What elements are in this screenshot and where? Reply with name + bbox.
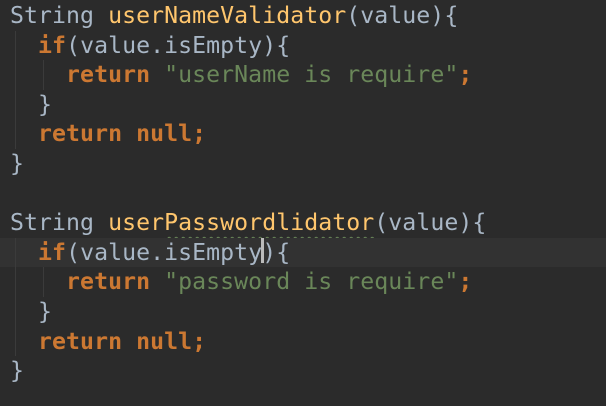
indent-guide (15, 30, 16, 61)
code-token-fn: userNameValidator (108, 2, 347, 29)
indent-guide (15, 119, 16, 149)
code-token-plain: } (38, 90, 53, 118)
code-token-str: "password is require" (164, 268, 459, 296)
code-token-kw: return (66, 268, 165, 296)
code-token-kw: ; (458, 61, 473, 89)
code-token-kw: ; (458, 268, 473, 296)
code-token-plain: } (10, 357, 25, 385)
code-token-plain: String (10, 2, 109, 29)
indent-guide (15, 296, 16, 327)
code-line[interactable]: } (0, 296, 606, 327)
indent-guide (15, 326, 16, 357)
misspelled-token: Passwordlidator (164, 209, 375, 237)
code-token-fn: user (108, 209, 165, 237)
code-line[interactable]: String userPasswordlidator(value){ (0, 208, 606, 238)
code-token-plain: String (10, 209, 109, 237)
indent-guide (43, 60, 44, 90)
indent-guide (15, 267, 16, 297)
code-line[interactable]: if(value.isEmpty){ (0, 237, 606, 268)
code-token-kw: return null; (38, 120, 207, 148)
code-line[interactable] (0, 179, 606, 209)
code-token-kw: return null; (38, 327, 207, 355)
code-token-plain: (value){ (346, 2, 459, 29)
code-token-plain: ){ (262, 238, 291, 266)
indent-guide (15, 89, 16, 120)
code-token-plain: (value){ (374, 209, 487, 237)
code-token-plain: (value.isEmpty){ (66, 31, 291, 59)
code-line[interactable]: return null; (0, 326, 606, 357)
code-line[interactable]: return "userName is require"; (0, 60, 606, 90)
indent-guide (43, 267, 44, 297)
code-token-kw: if (38, 31, 67, 59)
code-token-plain: } (10, 149, 25, 177)
indent-guide (15, 60, 16, 90)
code-line[interactable]: if(value.isEmpty){ (0, 30, 606, 61)
code-line[interactable]: } (0, 356, 606, 386)
code-line[interactable]: } (0, 149, 606, 179)
code-line[interactable]: } (0, 89, 606, 120)
code-token-kw: return (66, 61, 165, 89)
code-token-kw: if (38, 238, 67, 266)
code-token-plain: } (38, 297, 53, 325)
code-token-str: "userName is require" (164, 61, 459, 89)
code-line[interactable]: return null; (0, 119, 606, 149)
code-line[interactable]: return "password is require"; (0, 267, 606, 297)
indent-guide (15, 237, 16, 268)
code-line[interactable]: String userNameValidator(value){ (0, 1, 606, 31)
code-editor[interactable]: String userNameValidator(value){ if(valu… (0, 1, 606, 386)
code-token-plain: (value.isEmpty (66, 238, 263, 266)
